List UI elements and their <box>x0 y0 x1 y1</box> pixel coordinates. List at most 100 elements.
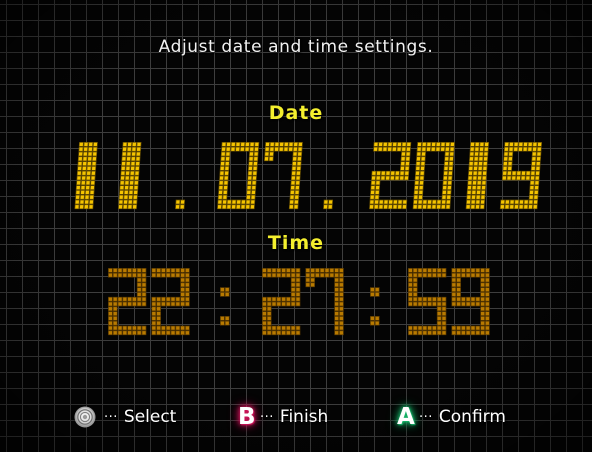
digit-block <box>224 316 230 321</box>
digit-block <box>108 301 113 307</box>
digit-block <box>170 272 176 278</box>
date-month-field[interactable] <box>217 142 303 210</box>
digit-block <box>376 170 382 176</box>
digit-block <box>476 185 482 190</box>
digit-block <box>427 296 432 302</box>
digit-block <box>305 277 311 283</box>
digit-block <box>485 287 490 292</box>
digit-block <box>475 296 481 302</box>
digit-block <box>442 185 448 190</box>
digit-block <box>477 175 483 181</box>
digit-block <box>295 330 301 336</box>
digit-block <box>415 166 421 171</box>
digit-block <box>288 146 294 152</box>
digit-block <box>88 142 94 147</box>
digit-block <box>81 170 87 176</box>
digit-block <box>319 268 325 273</box>
digit-block <box>235 142 241 147</box>
digit-block <box>485 320 490 326</box>
digit-block <box>380 170 386 176</box>
digit-block <box>291 161 297 166</box>
digit-block <box>470 204 476 210</box>
digit-block <box>441 325 447 331</box>
digit-block <box>375 180 381 186</box>
digit-block <box>286 272 291 278</box>
digit-block <box>422 296 428 302</box>
digit-block <box>466 190 472 195</box>
digit-block <box>89 185 95 190</box>
digit-block <box>125 161 131 166</box>
date-year-field[interactable] <box>369 142 543 210</box>
digit-block <box>156 296 161 302</box>
digit-block <box>112 301 118 307</box>
time-seconds-field[interactable] <box>408 268 490 336</box>
digit-block <box>451 301 457 307</box>
digit-block <box>180 282 185 288</box>
digit-block <box>370 292 375 297</box>
digit-block <box>77 161 83 166</box>
ellipsis: ··· <box>260 409 274 425</box>
digit-block <box>446 185 452 190</box>
digit-block <box>521 170 526 176</box>
digit-block <box>165 301 171 307</box>
digit-block <box>504 199 510 205</box>
digit-block <box>92 151 98 157</box>
digit-block <box>536 156 542 162</box>
time-minutes-field[interactable] <box>262 268 344 336</box>
digit-2 <box>369 142 412 210</box>
digit-block <box>91 166 97 171</box>
digit-block <box>504 142 510 147</box>
digit-block <box>87 146 93 152</box>
time-hours-field[interactable] <box>108 268 190 336</box>
digit-block <box>80 180 86 186</box>
digit-block <box>456 325 461 331</box>
digit-block <box>225 146 231 152</box>
digit-block <box>281 330 286 336</box>
digit-block <box>87 151 93 157</box>
digit-block <box>370 180 376 186</box>
digit-block <box>339 296 344 302</box>
digit-block <box>451 325 457 331</box>
digit-block <box>296 161 302 166</box>
digit-block <box>471 194 476 200</box>
digit-block <box>121 161 127 166</box>
digit-block <box>74 199 80 205</box>
digit-block <box>427 268 432 273</box>
digit-block <box>81 166 87 171</box>
digit-block <box>502 161 508 166</box>
digit-block <box>221 142 227 147</box>
digit-block <box>334 296 339 302</box>
digit-block <box>266 272 272 278</box>
digit-block <box>339 292 344 297</box>
select-label: Select <box>123 407 177 427</box>
digit-block <box>461 296 466 302</box>
digit-block <box>240 204 246 210</box>
digit-block <box>431 199 437 205</box>
digit-block <box>127 142 133 147</box>
digit-block <box>481 180 487 186</box>
date-day-field[interactable] <box>74 142 142 210</box>
digit-block <box>231 199 237 205</box>
digit-2 <box>151 268 190 336</box>
digit-block <box>418 194 423 200</box>
digit-block <box>436 268 442 273</box>
digit-block <box>276 268 282 273</box>
digit-block <box>470 330 476 336</box>
digit-block <box>86 170 92 176</box>
digit-block <box>88 199 94 205</box>
digit-block <box>412 272 418 278</box>
digit-block <box>370 316 375 321</box>
digit-block <box>180 277 185 283</box>
digit-block <box>479 204 485 210</box>
digit-block <box>224 170 230 176</box>
digit-block <box>436 301 442 307</box>
digit-block <box>417 142 422 147</box>
digit-block <box>151 268 157 273</box>
digit-block <box>530 175 536 181</box>
digit-block <box>465 330 471 336</box>
digit-block <box>419 175 425 181</box>
digit-block <box>436 325 442 331</box>
digit-block <box>80 185 86 190</box>
digit-block <box>339 306 344 312</box>
digit-block <box>417 296 423 302</box>
